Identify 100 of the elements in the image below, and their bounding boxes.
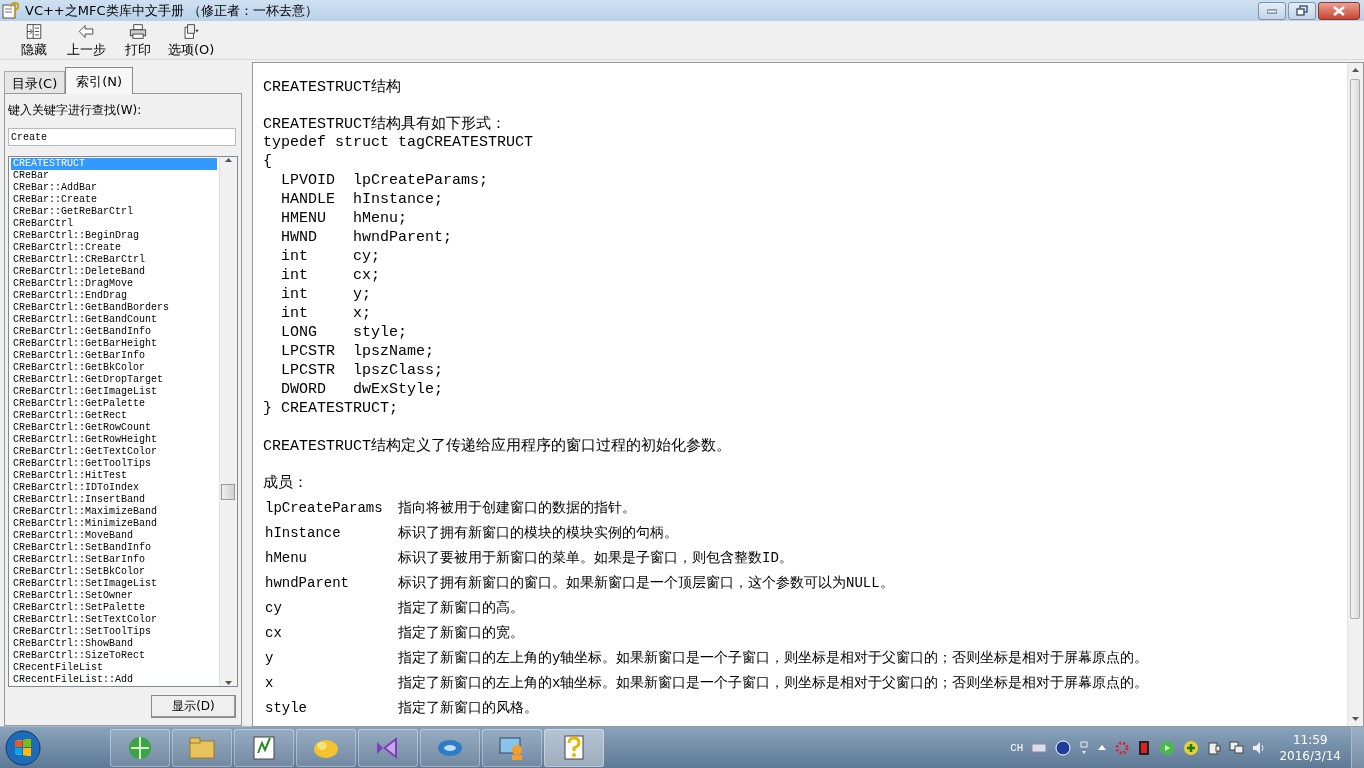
list-item[interactable]: CReBarCtrl::HitTest — [11, 470, 217, 482]
list-item[interactable]: CReBarCtrl::BeginDrag — [11, 230, 217, 242]
list-item[interactable]: CReBarCtrl::EndDrag — [11, 290, 217, 302]
taskbar-button[interactable] — [296, 728, 356, 767]
member-description: 指定了新窗口的宽。 — [398, 624, 525, 643]
member-description: 标识了拥有新窗口的模块的模块实例的句柄。 — [398, 524, 679, 543]
list-item[interactable]: CReBarCtrl::DeleteBand — [11, 266, 217, 278]
film-icon[interactable] — [1137, 739, 1152, 756]
list-item[interactable]: CReBarCtrl::GetDropTarget — [11, 374, 217, 386]
list-item[interactable]: CReBarCtrl::GetBandInfo — [11, 326, 217, 338]
network-icon[interactable] — [1229, 740, 1245, 755]
member-name: hwndParent — [265, 574, 350, 593]
list-item[interactable]: CReBarCtrl::GetRect — [11, 410, 217, 422]
taskbar-button[interactable] — [358, 728, 418, 767]
list-item[interactable]: CReBarCtrl::MaximizeBand — [11, 506, 217, 518]
close-icon — [1333, 5, 1345, 16]
list-item[interactable]: CReBarCtrl::SetPalette — [11, 602, 217, 614]
search-field[interactable]: Create — [8, 128, 236, 146]
list-item[interactable]: CReBarCtrl::SetBkColor — [11, 566, 217, 578]
minimize-button[interactable] — [1258, 1, 1286, 20]
list-item[interactable]: CReBarCtrl::GetBandCount — [11, 314, 217, 326]
scroll-down-icon[interactable] — [1351, 716, 1360, 722]
tab[interactable]: 索引(N) — [65, 67, 134, 94]
toolbar-button[interactable]: 隐藏 — [10, 21, 58, 59]
list-item[interactable]: CReBarCtrl::SetBarInfo — [11, 554, 217, 566]
member-description: 指定了新窗口的左上角的y轴坐标。如果新窗口是一个子窗口，则坐标是相对于父窗口的；否则坐标是相对于屏幕原点的。 — [398, 649, 1150, 668]
list-item[interactable]: CReBar::Create — [11, 194, 217, 206]
taskbar-button[interactable] — [544, 728, 604, 767]
member-name: x — [265, 674, 275, 693]
member-name: hMenu — [265, 549, 308, 568]
scroll-up-icon[interactable] — [224, 157, 233, 163]
list-item[interactable]: CReBarCtrl::GetBkColor — [11, 362, 217, 374]
speaker-icon[interactable] — [1252, 740, 1266, 755]
play-icon[interactable] — [1159, 739, 1176, 756]
toolbar-button[interactable]: 上一步 — [62, 21, 110, 59]
list-item[interactable]: CReBarCtrl::IDToIndex — [11, 482, 217, 494]
member-description: 标识了要被用于新窗口的菜单。如果是子窗口，则包含整数ID。 — [398, 549, 794, 568]
list-item[interactable]: CReBarCtrl::GetTextColor — [11, 446, 217, 458]
list-item[interactable]: CReBarCtrl::CReBarCtrl — [11, 254, 217, 266]
toolbar-button[interactable]: 选项(O) — [166, 21, 217, 59]
member-name: cy — [265, 599, 283, 618]
scroll-up-icon[interactable] — [1351, 67, 1360, 73]
list-item[interactable]: CReBarCtrl::GetRowCount — [11, 422, 217, 434]
code-line: HWND hwndParent; — [280, 228, 454, 247]
keyboard-icon[interactable] — [1031, 741, 1048, 754]
list-item[interactable]: CRecentFileList::Add — [11, 674, 217, 686]
start-button[interactable] — [4, 728, 42, 767]
clock[interactable]: 11:59 2016/3/14 — [1279, 732, 1341, 763]
taskbar-button[interactable] — [234, 728, 294, 767]
list-item[interactable]: CReBarCtrl::MinimizeBand — [11, 518, 217, 530]
scroll-down-icon[interactable] — [224, 680, 233, 686]
code-line: LPVOID lpCreateParams; — [280, 171, 490, 190]
window-switch-icon[interactable] — [1079, 740, 1090, 755]
toolbar-button[interactable]: 打印 — [114, 21, 162, 59]
list-item[interactable]: CReBar — [11, 170, 217, 182]
description-text: CREATESTRUCT结构定义了传递给应用程序的窗口过程的初始化参数。 — [263, 436, 733, 455]
list-item[interactable]: CReBarCtrl — [11, 218, 217, 230]
help-icon[interactable] — [1055, 739, 1072, 756]
list-item[interactable]: CReBarCtrl::SetTextColor — [11, 614, 217, 626]
restore-icon — [1296, 5, 1308, 16]
list-item[interactable]: CReBarCtrl::SetToolTips — [11, 626, 217, 638]
list-item[interactable]: CReBarCtrl::GetPalette — [11, 398, 217, 410]
taskbar-button[interactable] — [172, 728, 232, 767]
list-item[interactable]: CReBarCtrl::GetRowHeight — [11, 434, 217, 446]
restore-button[interactable] — [1288, 1, 1316, 20]
list-item[interactable]: CReBarCtrl::InsertBand — [11, 494, 217, 506]
code-line: LPCSTR lpszName; — [280, 342, 436, 361]
list-item[interactable]: CReBarCtrl::ShowBand — [11, 638, 217, 650]
member-name: y — [265, 649, 275, 668]
taskbar-button[interactable] — [420, 728, 480, 767]
list-item[interactable]: CReBarCtrl::SetOwner — [11, 590, 217, 602]
plus-icon[interactable] — [1183, 739, 1200, 756]
code-line: HMENU hMenu; — [280, 209, 409, 228]
list-item[interactable]: CReBarCtrl::SetBandInfo — [11, 542, 217, 554]
list-item[interactable]: CReBarCtrl::GetBarInfo — [11, 350, 217, 362]
list-item[interactable]: CReBarCtrl::GetBarHeight — [11, 338, 217, 350]
window-title: VC++之MFC类库中文手册 （修正者：一杯去意） — [25, 1, 319, 20]
back-arrow-icon — [76, 23, 96, 40]
list-item[interactable]: CReBar::GetReBarCtrl — [11, 206, 217, 218]
tab[interactable]: 目录(C) — [4, 71, 66, 93]
list-item[interactable]: CReBar::AddBar — [11, 182, 217, 194]
close-button[interactable] — [1318, 1, 1360, 20]
member-name: hInstance — [265, 524, 342, 543]
list-item[interactable]: CReBarCtrl::MoveBand — [11, 530, 217, 542]
taskbar-button[interactable] — [482, 728, 542, 767]
code-line: DWORD dwExStyle; — [280, 380, 445, 399]
taskbar-button[interactable] — [110, 728, 170, 767]
list-item[interactable]: CReBarCtrl::Create — [11, 242, 217, 254]
code-line: typedef struct tagCREATESTRUCT — [263, 133, 535, 152]
list-item[interactable]: CReBarCtrl::GetImageList — [11, 386, 217, 398]
up-arrow-icon[interactable] — [1097, 744, 1108, 751]
show-button[interactable]: 显示(D) — [151, 695, 236, 718]
member-name: lpCreateParams — [265, 499, 384, 518]
list-item[interactable]: CReBarCtrl::GetToolTips — [11, 458, 217, 470]
list-item[interactable]: CReBarCtrl::GetBandBorders — [11, 302, 217, 314]
intro-text: CREATESTRUCT结构具有如下形式： — [263, 114, 508, 133]
list-item[interactable]: CRecentFileList — [11, 662, 217, 674]
list-item[interactable]: CReBarCtrl::SetImageList — [11, 578, 217, 590]
list-item[interactable]: CReBarCtrl::DragMove — [11, 278, 217, 290]
list-item[interactable]: CReBarCtrl::SizeToRect — [11, 650, 217, 662]
